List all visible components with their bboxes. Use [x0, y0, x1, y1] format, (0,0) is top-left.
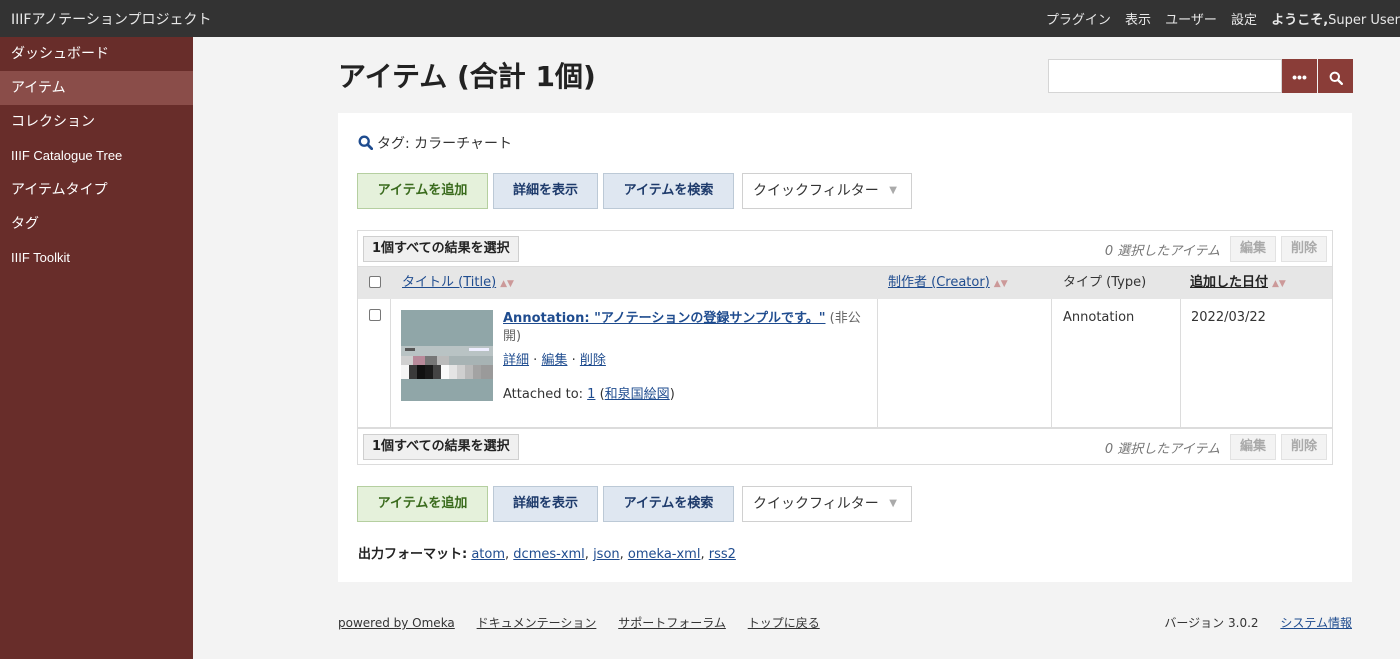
column-title[interactable]: タイトル (Title) ▲▼	[402, 267, 514, 299]
item-thumbnail[interactable]	[401, 310, 493, 401]
table-row: Annotation: "アノテーションの登録サンプルです。" (非公開) 詳細…	[357, 299, 1333, 428]
attached-title-link[interactable]: 和泉国絵図	[605, 387, 670, 402]
batch-bar-bottom: 1個すべての結果を選択 0 選択したアイテム 編集 削除	[357, 428, 1333, 465]
add-item-button[interactable]: アイテムを追加	[357, 486, 488, 522]
show-details-button[interactable]: 詳細を表示	[493, 486, 598, 522]
format-dcmes-xml-link[interactable]: dcmes-xml	[513, 547, 585, 562]
select-all-checkbox[interactable]	[369, 276, 381, 288]
sort-icon: ▲▼	[1272, 279, 1286, 289]
select-all-button[interactable]: 1個すべての結果を選択	[363, 236, 519, 262]
sort-title-link[interactable]: タイトル (Title)	[402, 275, 496, 290]
batch-edit-button[interactable]: 編集	[1229, 236, 1276, 262]
attached-to: Attached to: 1 (和泉国絵図)	[503, 387, 675, 402]
system-info-link[interactable]: システム情報	[1280, 616, 1352, 630]
separator: ·	[533, 353, 538, 368]
quick-filter-label: クイックフィルター	[753, 496, 879, 512]
page-title: アイテム (合計 1個)	[338, 60, 596, 93]
welcome-label: ようこそ,	[1271, 13, 1329, 28]
nav-plugins[interactable]: プラグイン	[1046, 13, 1111, 28]
nav-users[interactable]: ユーザー	[1165, 13, 1217, 28]
add-item-button[interactable]: アイテムを追加	[357, 173, 488, 209]
top-nav: プラグイン 表示 ユーザー 設定 ようこそ,Super User	[1046, 9, 1400, 28]
show-details-button[interactable]: 詳細を表示	[493, 173, 598, 209]
table-header: タイトル (Title) ▲▼ 制作者 (Creator) ▲▼ タイプ (Type…	[357, 267, 1333, 299]
column-creator[interactable]: 制作者 (Creator) ▲▼	[888, 267, 1008, 299]
main-panel: タグ: カラーチャート アイテムを追加 詳細を表示 アイテムを検索 クイックフィ…	[338, 113, 1352, 582]
row-checkbox[interactable]	[369, 309, 381, 321]
sort-date-link[interactable]: 追加した日付	[1190, 275, 1268, 290]
column-date-added[interactable]: 追加した日付 ▲▼	[1190, 267, 1286, 299]
format-rss2-link[interactable]: rss2	[709, 547, 736, 562]
ellipsis-icon: •••	[1292, 69, 1307, 85]
back-to-top-link[interactable]: トップに戻る	[748, 616, 820, 630]
nav-settings[interactable]: 設定	[1231, 13, 1257, 28]
sidebar-item-dashboard[interactable]: ダッシュボード	[0, 37, 193, 71]
divider	[390, 299, 391, 428]
powered-by-link[interactable]: powered by Omeka	[338, 616, 455, 630]
search-icon	[1329, 71, 1343, 86]
batch-edit-button[interactable]: 編集	[1229, 434, 1276, 460]
chevron-down-icon: ▼	[889, 185, 897, 196]
footer-links: powered by Omeka ドキュメンテーション サポートフォーラム トッ…	[338, 614, 838, 631]
batch-delete-button[interactable]: 削除	[1280, 236, 1327, 262]
version-text: バージョン 3.0.2	[1164, 616, 1259, 630]
quick-filter-dropdown[interactable]: クイックフィルター ▼	[742, 486, 912, 522]
sort-creator-link[interactable]: 制作者 (Creator)	[888, 275, 990, 290]
formats-label: 出力フォーマット:	[358, 547, 468, 562]
sidebar-item-iiif-catalogue-tree[interactable]: IIIF Catalogue Tree	[0, 139, 193, 173]
welcome-text: ようこそ,Super User	[1271, 13, 1400, 28]
sort-icon: ▲▼	[993, 279, 1008, 289]
select-all-button[interactable]: 1個すべての結果を選択	[363, 434, 519, 460]
nav-appearance[interactable]: 表示	[1125, 13, 1151, 28]
advanced-search-button[interactable]: •••	[1282, 59, 1317, 93]
documentation-link[interactable]: ドキュメンテーション	[477, 616, 597, 630]
search-icon	[358, 135, 374, 151]
sidebar-item-tags[interactable]: タグ	[0, 207, 193, 241]
active-filter: タグ: カラーチャート	[358, 133, 512, 153]
sidebar-item-iiif-toolkit[interactable]: IIIF Toolkit	[0, 241, 193, 275]
search-input[interactable]	[1048, 59, 1282, 93]
divider	[877, 299, 878, 428]
quick-filter-label: クイックフィルター	[753, 183, 879, 199]
filter-label: タグ: カラーチャート	[377, 136, 513, 152]
quick-filter-dropdown[interactable]: クイックフィルター ▼	[742, 173, 912, 209]
divider	[1051, 299, 1052, 428]
search-items-button[interactable]: アイテムを検索	[603, 173, 734, 209]
column-type: タイプ (Type)	[1063, 275, 1147, 290]
attached-id-link[interactable]: 1	[587, 387, 595, 402]
date-added-cell: 2022/03/22	[1191, 310, 1266, 325]
edit-link[interactable]: 編集	[541, 353, 567, 368]
batch-delete-button[interactable]: 削除	[1280, 434, 1327, 460]
footer-meta: バージョン 3.0.2 システム情報	[1164, 614, 1352, 631]
divider	[1180, 299, 1181, 428]
sidebar-item-collections[interactable]: コレクション	[0, 105, 193, 139]
chevron-down-icon: ▼	[889, 498, 897, 509]
sidebar-item-items[interactable]: アイテム	[0, 71, 193, 105]
type-cell: Annotation	[1063, 310, 1135, 325]
batch-bar-top: 1個すべての結果を選択 0 選択したアイテム 編集 削除	[357, 230, 1333, 267]
item-title-link[interactable]: Annotation: "アノテーションの登録サンプルです。"	[503, 311, 826, 326]
support-forums-link[interactable]: サポートフォーラム	[618, 616, 726, 630]
format-omeka-xml-link[interactable]: omeka-xml	[628, 547, 701, 562]
details-link[interactable]: 詳細	[503, 353, 529, 368]
sidebar-item-item-types[interactable]: アイテムタイプ	[0, 173, 193, 207]
output-formats: 出力フォーマット: atom, dcmes-xml, json, omeka-x…	[358, 547, 736, 562]
sort-icon: ▲▼	[500, 279, 514, 289]
top-bar: IIIFアノテーションプロジェクト プラグイン 表示 ユーザー 設定 ようこそ,…	[0, 0, 1400, 37]
format-json-link[interactable]: json	[593, 547, 620, 562]
site-title[interactable]: IIIFアノテーションプロジェクト	[11, 9, 211, 29]
selected-count: 0 選択したアイテム	[1104, 244, 1220, 259]
search-items-button[interactable]: アイテムを検索	[603, 486, 734, 522]
sidebar: ダッシュボード アイテム コレクション IIIF Catalogue Tree …	[0, 37, 193, 659]
attached-label: Attached to:	[503, 387, 584, 402]
format-atom-link[interactable]: atom	[471, 547, 505, 562]
item-title-cell: Annotation: "アノテーションの登録サンプルです。" (非公開)	[503, 310, 863, 346]
search-button[interactable]	[1318, 59, 1353, 93]
user-link[interactable]: Super User	[1328, 13, 1400, 28]
item-actions: 詳細 · 編集 · 削除	[503, 349, 606, 368]
selected-count: 0 選択したアイテム	[1104, 442, 1220, 457]
separator: ·	[571, 353, 576, 368]
delete-link[interactable]: 削除	[580, 353, 606, 368]
